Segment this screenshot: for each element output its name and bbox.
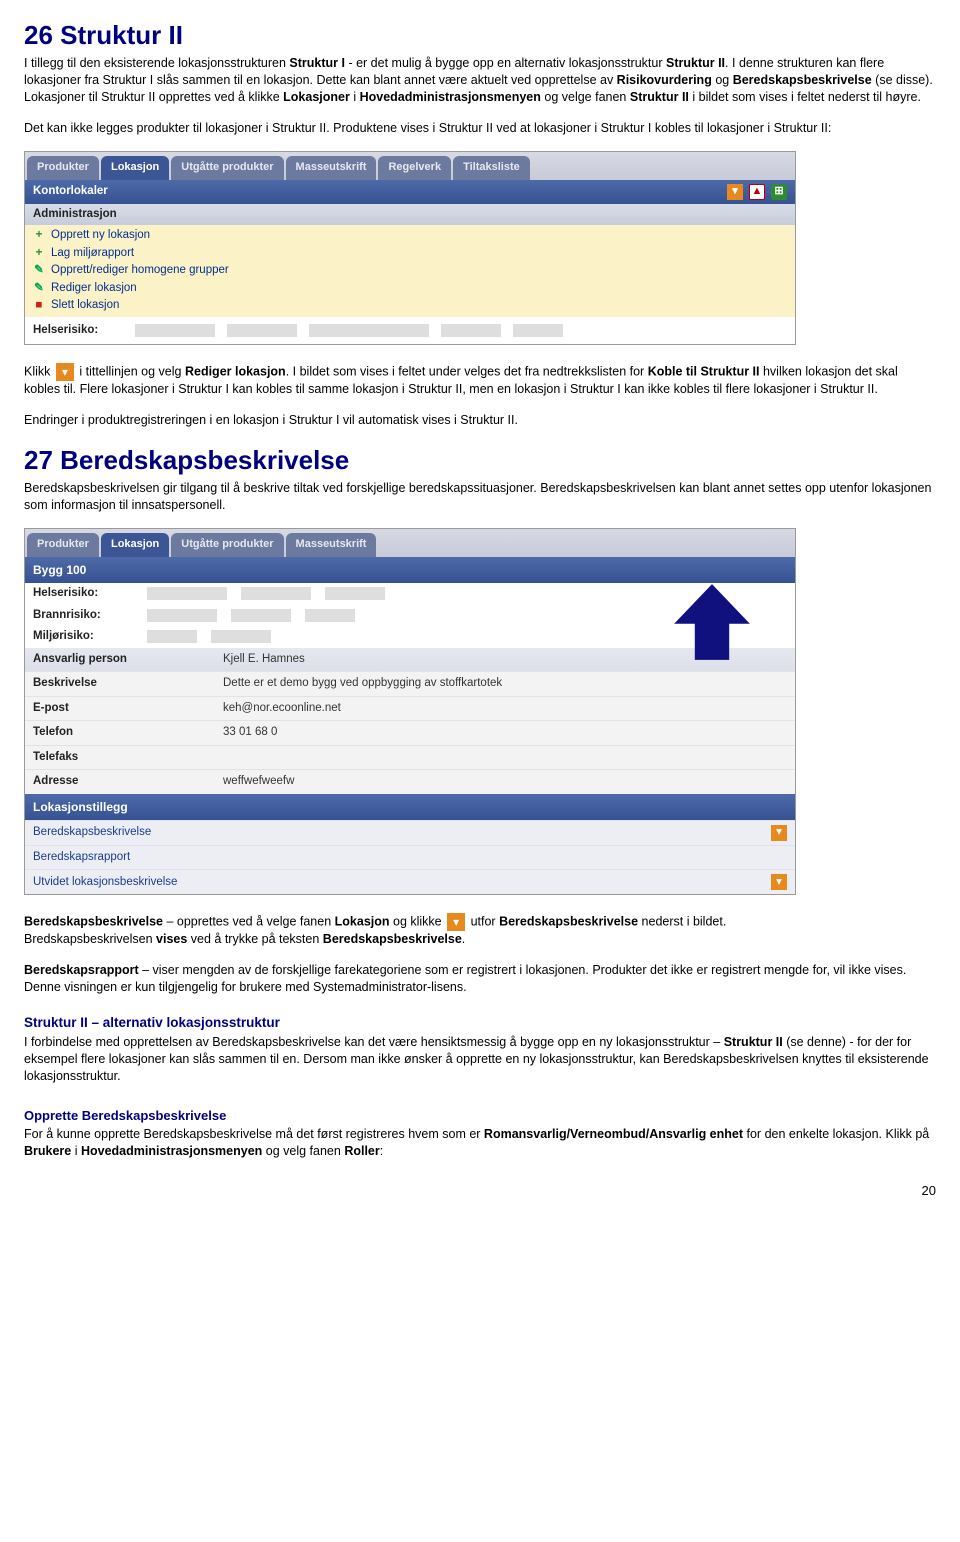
risk-bar (305, 609, 355, 622)
info-table: Ansvarlig person Kjell E. Hamnes Beskrive… (25, 648, 795, 794)
info-label: Telefon (33, 725, 213, 741)
link-utvidet[interactable]: Utvidet lokasjonsbeskrivelse ▾ (25, 869, 795, 894)
admin-item-rediger[interactable]: ✎Rediger lokasjon (25, 280, 795, 298)
info-label: Telefaks (33, 750, 213, 766)
link-beredskapsrapport[interactable]: Beredskapsrapport (25, 845, 795, 870)
screenshot-panel-1: Produkter Lokasjon Utgåtte produkter Mas… (24, 151, 796, 346)
tab-utgatte[interactable]: Utgåtte produkter (171, 156, 283, 180)
info-value: weffwefweefw (223, 774, 294, 790)
up-arrow-icon (669, 579, 755, 665)
dropdown-icon[interactable]: ▾ (56, 363, 74, 381)
plus-icon: + (33, 246, 45, 262)
tabs-row: Produkter Lokasjon Utgåtte produkter Mas… (25, 152, 795, 180)
risk-label: Brannrisiko: (33, 608, 133, 624)
tab-masseutskrift[interactable]: Masseutskrift (286, 533, 377, 557)
risk-bar (231, 609, 291, 622)
dropdown-icon[interactable]: ▾ (771, 825, 787, 841)
admin-item-homogene[interactable]: ✎Opprett/rediger homogene grupper (25, 262, 795, 280)
plus-icon: + (33, 228, 45, 244)
risk-bar (241, 587, 311, 600)
para-27a: Beredskapsbeskrivelsen gir tilgang til å… (24, 480, 936, 514)
para-26-intro: I tillegg til den eksisterende lokasjons… (24, 55, 936, 106)
info-label: Adresse (33, 774, 213, 790)
admin-item-opprett[interactable]: +Opprett ny lokasjon (25, 227, 795, 245)
tab-regelverk[interactable]: Regelverk (378, 156, 451, 180)
location-title: Kontorlokaler (33, 184, 108, 200)
info-value: Dette er et demo bygg ved oppbygging av … (223, 676, 502, 692)
risk-bar (325, 587, 385, 600)
para-27e: I forbindelse med opprettelsen av Bereds… (24, 1034, 936, 1085)
edit-icon: ✎ (33, 281, 45, 297)
para-27f: For å kunne opprette Beredskapsbeskrivel… (24, 1126, 936, 1160)
para-26d: Endringer i produktregistreringen i en l… (24, 412, 936, 429)
risk-bar (211, 630, 271, 643)
page-number: 20 (24, 1182, 936, 1200)
tab-produkter[interactable]: Produkter (27, 156, 99, 180)
para-26c: Klikk ▾ i tittellinjen og velg Rediger l… (24, 363, 936, 398)
info-value: Kjell E. Hamnes (223, 652, 305, 668)
risk-bar (147, 630, 197, 643)
edit-icon: ✎ (33, 263, 45, 279)
info-label: E-post (33, 701, 213, 717)
screenshot-panel-2: Produkter Lokasjon Utgåtte produkter Mas… (24, 528, 796, 896)
admin-item-miljorapport[interactable]: +Lag miljørapport (25, 245, 795, 263)
admin-body: +Opprett ny lokasjon +Lag miljørapport ✎… (25, 225, 795, 317)
location-title-bar: Kontorlokaler ▾ ▲ ⊞ (25, 180, 795, 204)
subheading-struktur2: Struktur II – alternativ lokasjonsstrukt… (24, 1014, 936, 1032)
info-label: Ansvarlig person (33, 652, 213, 668)
risk-grid: Helserisiko: Brannrisiko: Miljørisiko: (25, 583, 795, 648)
pdf-icon[interactable]: ▲ (749, 184, 765, 200)
risk-bar (227, 324, 297, 337)
risk-label: Miljørisiko: (33, 629, 133, 645)
section-header: Lokasjonstillegg (25, 794, 795, 820)
risk-bar (441, 324, 501, 337)
risk-label: Helserisiko: (33, 323, 123, 339)
dropdown-icon[interactable]: ▾ (771, 874, 787, 890)
risk-bar (147, 609, 217, 622)
tab-produkter[interactable]: Produkter (27, 533, 99, 557)
dropdown-icon[interactable]: ▾ (727, 184, 743, 200)
risk-bar (147, 587, 227, 600)
delete-icon: ■ (33, 298, 45, 314)
risk-row: Helserisiko: (25, 317, 795, 345)
heading-27: 27 Beredskapsbeskrivelse (24, 443, 936, 478)
info-value: 33 01 68 0 (223, 725, 277, 741)
tab-tiltaksliste[interactable]: Tiltaksliste (453, 156, 530, 180)
link-beredskapsbeskrivelse[interactable]: Beredskapsbeskrivelse ▾ (25, 820, 795, 845)
admin-item-slett[interactable]: ■Slett lokasjon (25, 297, 795, 315)
heading-26: 26 Struktur II (24, 18, 936, 53)
excel-icon[interactable]: ⊞ (771, 184, 787, 200)
tab-utgatte[interactable]: Utgåtte produkter (171, 533, 283, 557)
risk-bar (135, 324, 215, 337)
admin-header: Administrasjon (25, 204, 795, 226)
dropdown-icon[interactable]: ▾ (447, 913, 465, 931)
tab-masseutskrift[interactable]: Masseutskrift (286, 156, 377, 180)
info-value: keh@nor.ecoonline.net (223, 701, 341, 717)
para-27b: Beredskapsbeskrivelse – opprettes ved å … (24, 913, 936, 948)
info-label: Beskrivelse (33, 676, 213, 692)
para-26b: Det kan ikke legges produkter til lokasj… (24, 120, 936, 137)
risk-bar (309, 324, 429, 337)
tabs-row: Produkter Lokasjon Utgåtte produkter Mas… (25, 529, 795, 557)
risk-label: Helserisiko: (33, 586, 133, 602)
subheading-opprette: Opprette Beredskapsbeskrivelse (24, 1107, 936, 1125)
tab-lokasjon[interactable]: Lokasjon (101, 156, 169, 180)
para-27d: Beredskapsrapport – viser mengden av de … (24, 962, 936, 996)
risk-bar (513, 324, 563, 337)
tab-lokasjon[interactable]: Lokasjon (101, 533, 169, 557)
